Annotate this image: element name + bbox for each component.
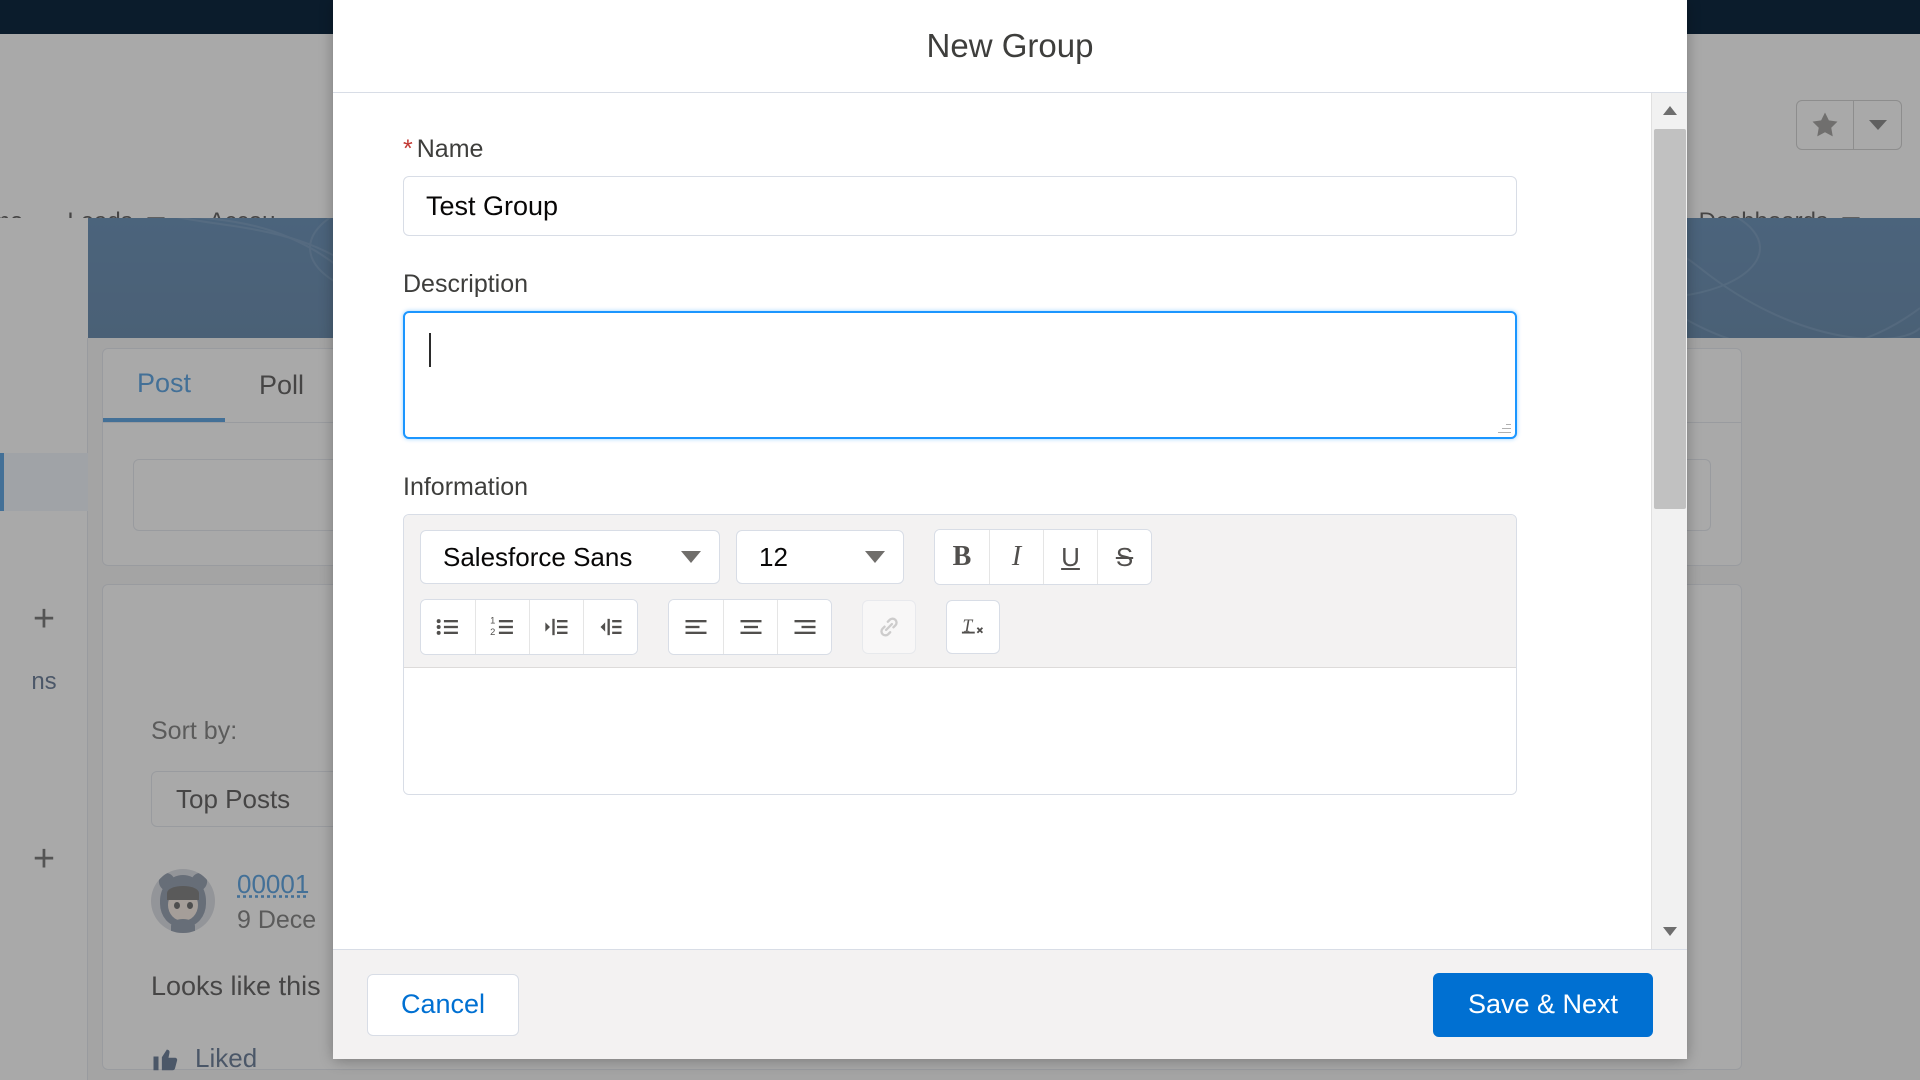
svg-text:2: 2 bbox=[490, 627, 495, 637]
name-label: * Name bbox=[403, 135, 1581, 164]
align-center-button[interactable] bbox=[723, 600, 777, 654]
name-label-text: Name bbox=[416, 135, 484, 163]
underline-button[interactable]: U bbox=[1043, 530, 1097, 584]
svg-text:1: 1 bbox=[490, 616, 495, 626]
numbered-list-button[interactable]: 12 bbox=[475, 600, 529, 654]
scrollbar-down-arrow-icon[interactable] bbox=[1652, 913, 1687, 949]
required-asterisk: * bbox=[403, 135, 413, 163]
toolbar-row-1: Salesforce Sans 12 B I U S bbox=[420, 529, 1500, 585]
rich-text-editor: Salesforce Sans 12 B I U S 1 2 T bbox=[403, 514, 1517, 795]
align-left-button[interactable] bbox=[669, 600, 723, 654]
name-input[interactable] bbox=[403, 176, 1517, 236]
indent-button[interactable] bbox=[529, 600, 583, 654]
bulleted-list-button[interactable] bbox=[421, 600, 475, 654]
font-family-value: Salesforce Sans bbox=[443, 541, 633, 572]
resize-handle-icon[interactable] bbox=[1497, 420, 1511, 434]
link-button[interactable] bbox=[862, 600, 916, 654]
font-size-chevron-down-icon bbox=[865, 551, 885, 563]
description-label: Description bbox=[403, 270, 529, 298]
field-name: * Name bbox=[403, 135, 1581, 236]
modal-title: New Group bbox=[926, 27, 1094, 64]
cancel-button[interactable]: Cancel bbox=[367, 973, 519, 1036]
font-size-value: 12 bbox=[759, 541, 788, 572]
description-textarea[interactable] bbox=[403, 311, 1517, 439]
modal-body-wrapper: *Name Description bbox=[333, 93, 1687, 949]
scrollbar-thumb[interactable] bbox=[1654, 129, 1686, 509]
outdent-button[interactable] bbox=[583, 600, 637, 654]
font-family-chevron-down-icon bbox=[681, 551, 701, 563]
list-button-group: 12 bbox=[420, 599, 638, 655]
toolbar-row-2: 12 T bbox=[420, 599, 1500, 655]
save-and-next-button[interactable]: Save & Next bbox=[1433, 972, 1653, 1037]
field-information: Information Salesforce Sans 12 B I U S 1… bbox=[403, 473, 1581, 795]
modal-scrollbar[interactable] bbox=[1651, 93, 1687, 949]
modal-body: *Name Description bbox=[333, 93, 1651, 949]
remove-formatting-button[interactable]: T bbox=[946, 600, 1000, 654]
italic-button[interactable]: I bbox=[989, 530, 1043, 584]
field-description: Description bbox=[403, 270, 1581, 439]
rich-text-content-area[interactable] bbox=[404, 668, 1516, 794]
bold-button[interactable]: B bbox=[935, 530, 989, 584]
font-family-dropdown[interactable]: Salesforce Sans bbox=[420, 530, 720, 584]
modal-footer: Cancel Save & Next bbox=[333, 949, 1687, 1059]
text-format-button-group: B I U S bbox=[934, 529, 1152, 585]
strikethrough-button[interactable]: S bbox=[1097, 530, 1151, 584]
align-button-group bbox=[668, 599, 832, 655]
font-size-dropdown[interactable]: 12 bbox=[736, 530, 904, 584]
scrollbar-up-arrow-icon[interactable] bbox=[1652, 93, 1687, 129]
new-group-modal: New Group *Name Description bbox=[333, 0, 1687, 1059]
text-cursor bbox=[429, 333, 431, 367]
rich-text-toolbar: Salesforce Sans 12 B I U S 1 2 T bbox=[404, 515, 1516, 668]
modal-header: New Group bbox=[333, 0, 1687, 93]
information-label: Information bbox=[403, 473, 529, 501]
align-right-button[interactable] bbox=[777, 600, 831, 654]
screen-root: me Leads Accou Dashboards bbox=[0, 0, 1920, 1080]
